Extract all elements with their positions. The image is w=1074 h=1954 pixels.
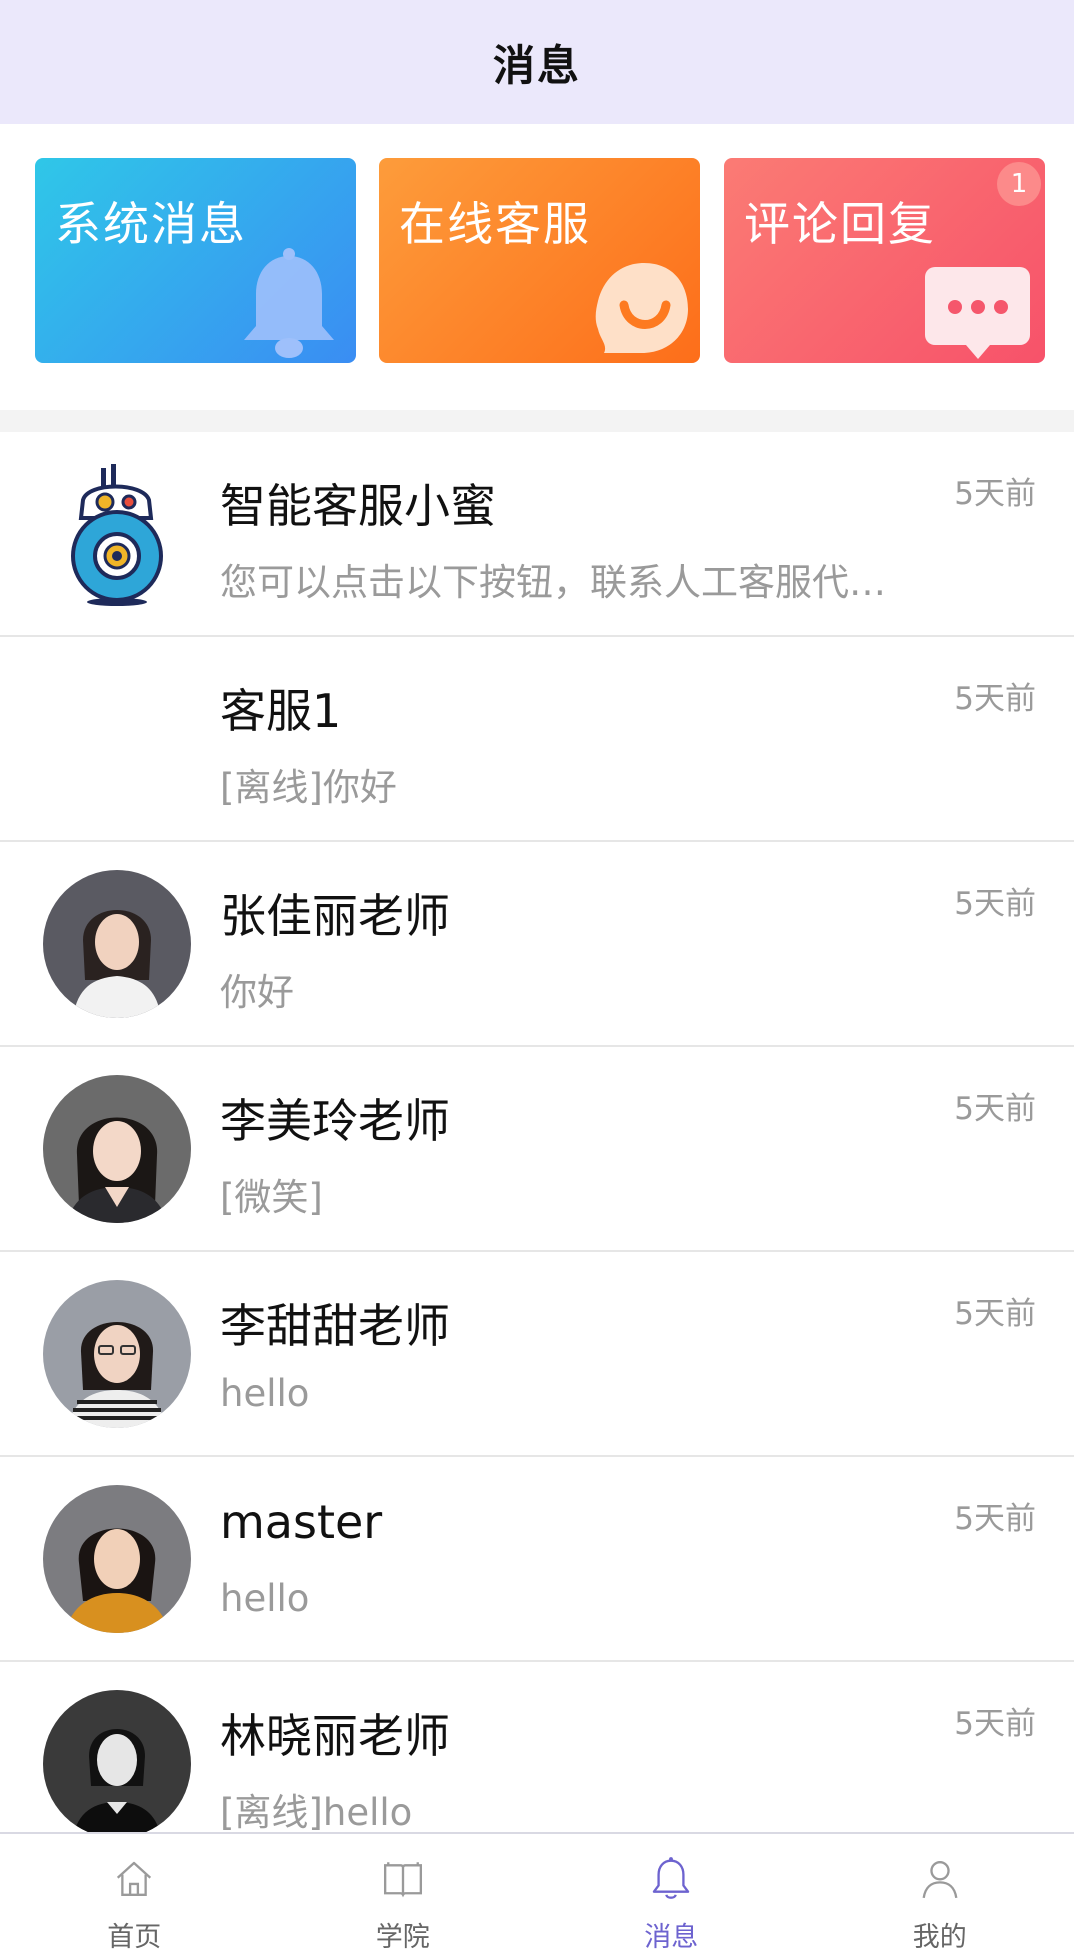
conversation-item[interactable]: 智能客服小蜜 您可以点击以下按钮，联系人工客服代… 5天前 xyxy=(0,432,1074,637)
message-time: 5天前 xyxy=(954,681,1036,717)
avatar xyxy=(43,1075,191,1223)
app-root: 消息 系统消息 在线客服 评论回复 1 智能客服小蜜 您可以点击以下按钮，联系人… xyxy=(0,0,1074,1954)
home-icon xyxy=(117,1861,152,1896)
message-time: 5天前 xyxy=(954,1296,1036,1332)
contact-name: 客服1 xyxy=(220,684,342,738)
bell-icon xyxy=(653,1857,690,1899)
conversation-list: 智能客服小蜜 您可以点击以下按钮，联系人工客服代… 5天前 客服1 [离线]你好… xyxy=(0,432,1074,1867)
quick-cards: 系统消息 在线客服 评论回复 1 xyxy=(0,124,1074,410)
conversation-item[interactable]: 张佳丽老师 你好 5天前 xyxy=(0,842,1074,1047)
message-preview: hello xyxy=(220,1577,310,1620)
conversation-item[interactable]: master hello 5天前 xyxy=(0,1457,1074,1662)
user-icon xyxy=(922,1861,958,1899)
tab-messages-label: 消息 xyxy=(644,1922,699,1953)
unread-badge: 1 xyxy=(997,162,1041,206)
contact-name: 智能客服小蜜 xyxy=(220,479,496,533)
tab-home[interactable]: 首页 xyxy=(0,1834,269,1954)
message-time: 5天前 xyxy=(954,1501,1036,1537)
section-divider xyxy=(0,410,1074,432)
online-service-card[interactable]: 在线客服 xyxy=(379,158,700,363)
message-preview: [微笑] xyxy=(220,1176,323,1219)
comment-replies-label: 评论回复 xyxy=(744,197,936,251)
avatar xyxy=(43,1280,191,1428)
bell-icon xyxy=(244,248,334,358)
tab-home-label: 首页 xyxy=(107,1922,162,1953)
message-preview: [离线]你好 xyxy=(220,766,397,809)
message-time: 5天前 xyxy=(954,886,1036,922)
message-preview: 您可以点击以下按钮，联系人工客服代… xyxy=(220,561,886,604)
comment-replies-card[interactable]: 评论回复 1 xyxy=(724,158,1045,363)
book-icon xyxy=(383,1862,422,1898)
tab-me-label: 我的 xyxy=(912,1922,967,1953)
message-time: 5天前 xyxy=(954,476,1036,512)
message-preview: 你好 xyxy=(220,971,294,1014)
smile-chat-icon xyxy=(595,263,688,353)
system-messages-label: 系统消息 xyxy=(55,197,247,251)
page-title: 消息 xyxy=(492,40,581,90)
header-bar: 消息 xyxy=(0,0,1074,124)
tab-academy[interactable]: 学院 xyxy=(269,1834,538,1954)
tab-messages[interactable]: 消息 xyxy=(537,1834,806,1954)
avatar xyxy=(43,1485,191,1633)
message-time: 5天前 xyxy=(954,1091,1036,1127)
contact-name: 张佳丽老师 xyxy=(220,889,450,943)
avatar xyxy=(43,1690,191,1838)
conversation-item[interactable]: 李美玲老师 [微笑] 5天前 xyxy=(0,1047,1074,1252)
robot-avatar xyxy=(43,460,191,608)
contact-name: 李美玲老师 xyxy=(220,1094,450,1148)
conversation-item[interactable]: 李甜甜老师 hello 5天前 xyxy=(0,1252,1074,1457)
comment-dots-icon xyxy=(925,267,1030,359)
contact-name: master xyxy=(220,1495,383,1549)
online-service-label: 在线客服 xyxy=(399,197,591,251)
contact-name: 李甜甜老师 xyxy=(220,1299,450,1353)
system-messages-card[interactable]: 系统消息 xyxy=(35,158,356,363)
message-preview: [离线]hello xyxy=(220,1791,413,1834)
message-preview: hello xyxy=(220,1372,310,1415)
tab-me[interactable]: 我的 xyxy=(806,1834,1074,1954)
bottom-tab-bar: 首页 学院 消息 我的 xyxy=(0,1832,1074,1954)
tab-academy-label: 学院 xyxy=(375,1922,430,1953)
contact-name: 林晓丽老师 xyxy=(220,1709,450,1763)
message-time: 5天前 xyxy=(954,1706,1036,1742)
avatar xyxy=(43,870,191,1018)
conversation-item[interactable]: 客服1 [离线]你好 5天前 xyxy=(0,637,1074,842)
